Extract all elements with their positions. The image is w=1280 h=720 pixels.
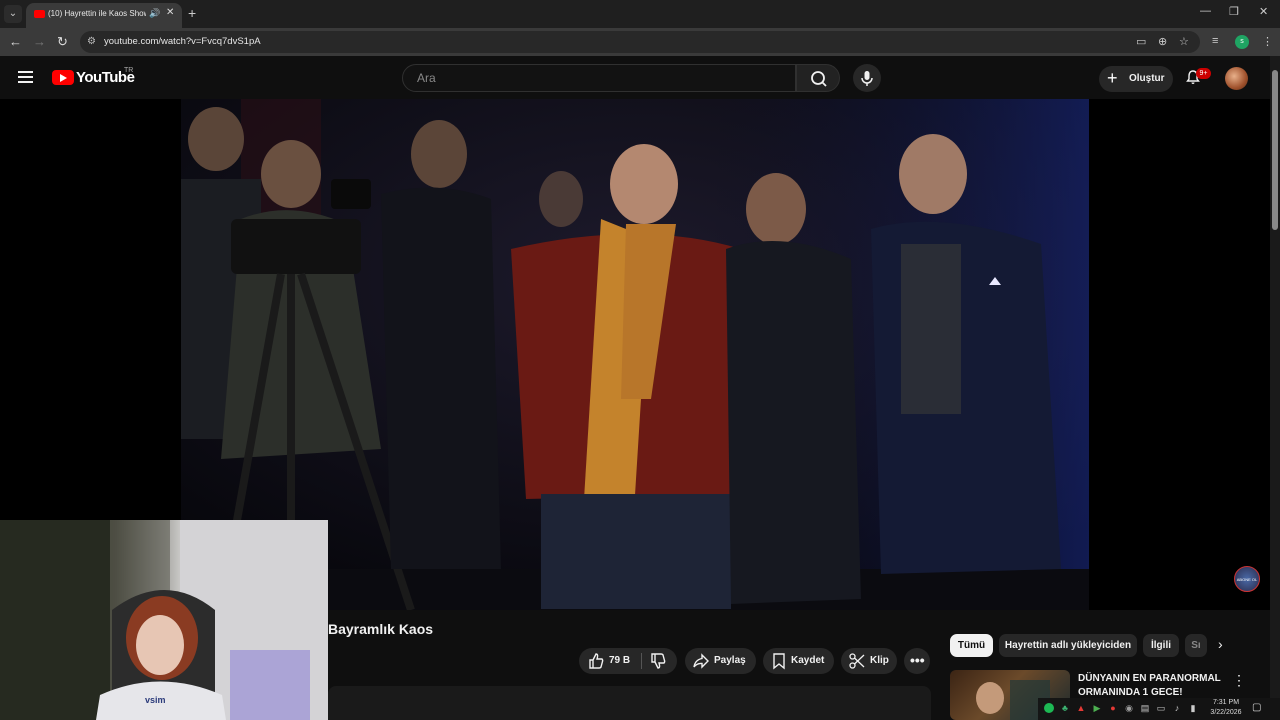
search-icon: [811, 71, 827, 87]
more-horizontal-icon: •••: [910, 652, 925, 668]
address-bar[interactable]: ⚙ youtube.com/watch?v=Fvcq7dvS1pA ▭ ⊕ ☆: [80, 31, 1200, 53]
window-close-icon[interactable]: ✕: [1259, 5, 1268, 18]
browser-toolbar: ← → ↻ ⚙ youtube.com/watch?v=Fvcq7dvS1pA …: [0, 28, 1280, 56]
volume-icon[interactable]: ♪: [1172, 703, 1182, 713]
steam-icon[interactable]: ◉: [1124, 703, 1134, 713]
scissors-icon: [848, 652, 866, 675]
account-avatar[interactable]: [1225, 67, 1248, 90]
share-label: Paylaş: [714, 655, 746, 666]
new-tab-button[interactable]: +: [188, 5, 196, 21]
save-label: Kaydet: [791, 655, 825, 666]
share-arrow-icon: [692, 652, 710, 675]
create-button[interactable]: + Oluştur: [1099, 66, 1173, 92]
browser-tab[interactable]: (10) Hayrettin ile Kaos Show 🔊 ✕: [26, 3, 182, 28]
youtube-favicon-icon: [34, 10, 45, 18]
page-scrollbar[interactable]: [1270, 56, 1280, 720]
webcam-overlay: vsim: [0, 520, 328, 720]
voice-search-button[interactable]: [853, 64, 881, 92]
save-button[interactable]: Kaydet: [763, 648, 834, 674]
search-placeholder: Ara: [417, 71, 436, 85]
menu-icon[interactable]: [18, 71, 33, 83]
like-divider: [641, 653, 642, 669]
search-button[interactable]: [796, 64, 840, 92]
minimize-icon[interactable]: —: [1200, 5, 1211, 17]
recommendation-title[interactable]: DÜNYANIN EN PARANORMAL ORMANINDA 1 GECE!: [1078, 672, 1228, 700]
display-icon[interactable]: ▭: [1156, 703, 1166, 713]
bookmark-star-icon[interactable]: ☆: [1179, 35, 1189, 48]
media-controls-icon[interactable]: ≡: [1212, 35, 1218, 47]
svg-text:vsim: vsim: [145, 695, 166, 705]
browser-tab-bar: ⌄ (10) Hayrettin ile Kaos Show 🔊 ✕ + — ❐…: [0, 0, 1280, 28]
more-vertical-icon[interactable]: ⋮: [1232, 672, 1246, 689]
thumbs-down-icon[interactable]: [649, 652, 667, 675]
notification-center-icon[interactable]: ▢: [1252, 702, 1261, 713]
bookmark-icon: [770, 652, 788, 675]
reload-icon[interactable]: ↻: [57, 34, 68, 50]
zoom-icon[interactable]: ⊕: [1158, 35, 1167, 48]
tab-title: (10) Hayrettin ile Kaos Show: [48, 9, 146, 18]
clip-label: Klip: [870, 655, 889, 666]
url-text[interactable]: youtube.com/watch?v=Fvcq7dvS1pA: [104, 36, 261, 47]
chip-partial[interactable]: Sı: [1185, 634, 1207, 657]
share-button[interactable]: Paylaş: [685, 648, 756, 674]
more-menu-icon[interactable]: ⋮: [1262, 35, 1273, 48]
region-code: TR: [124, 67, 134, 74]
speaker-icon[interactable]: 🔊: [149, 8, 160, 19]
like-dislike-group: 79 B: [579, 648, 677, 674]
restore-icon[interactable]: ❐: [1229, 5, 1239, 18]
plus-icon: +: [1107, 68, 1118, 88]
microphone-tray-icon[interactable]: ▮: [1188, 703, 1198, 713]
description-box[interactable]: [328, 686, 931, 720]
watermark-text: ABONE OL: [1236, 577, 1258, 582]
mic-muted-icon[interactable]: ●: [1108, 703, 1118, 713]
thumbs-up-icon[interactable]: [587, 652, 605, 675]
tab-search-button[interactable]: ⌄: [4, 5, 22, 23]
chip-from-uploader[interactable]: Hayrettin adlı yükleyiciden: [999, 634, 1137, 657]
youtube-header: YouTube TR Ara + Oluştur 9+: [0, 56, 1270, 98]
notifications-badge: 9+: [1196, 68, 1211, 79]
back-arrow-icon[interactable]: ←: [9, 34, 22, 49]
youtube-logo-icon[interactable]: [52, 70, 74, 85]
clip-button[interactable]: Klip: [841, 648, 897, 674]
chip-all[interactable]: Tümü: [950, 634, 993, 657]
subscribe-watermark[interactable]: ABONE OL: [1234, 566, 1260, 592]
app-tray-icon[interactable]: ♣: [1060, 703, 1070, 713]
spotify-icon[interactable]: [1044, 703, 1054, 713]
clock-date: 3/22/2026: [1210, 709, 1242, 716]
network-icon[interactable]: ▤: [1140, 703, 1150, 713]
search-input[interactable]: Ara: [402, 64, 796, 92]
cast-icon[interactable]: ▭: [1136, 35, 1146, 48]
like-count[interactable]: 79 B: [609, 655, 630, 666]
more-actions-button[interactable]: •••: [904, 648, 930, 674]
warning-icon[interactable]: ▲: [1076, 703, 1086, 713]
chip-related[interactable]: İlgili: [1143, 634, 1179, 657]
clock-time: 7:31 PM: [1212, 699, 1240, 706]
site-info-icon[interactable]: ⚙: [87, 36, 96, 47]
create-label: Oluştur: [1129, 73, 1165, 84]
video-title: Bayramlık Kaos: [328, 621, 434, 637]
clock[interactable]: 7:31 PM 3/22/2026: [1206, 698, 1246, 718]
scroll-thumb[interactable]: [1272, 70, 1278, 230]
profile-avatar[interactable]: s: [1235, 35, 1249, 49]
forward-arrow-icon[interactable]: →: [33, 34, 46, 49]
play-tray-icon[interactable]: ▶: [1092, 703, 1102, 713]
chevron-right-icon[interactable]: ›: [1218, 636, 1223, 652]
webcam-image: vsim: [0, 520, 328, 720]
microphone-icon: [861, 71, 873, 86]
close-tab-icon[interactable]: ✕: [166, 7, 174, 18]
